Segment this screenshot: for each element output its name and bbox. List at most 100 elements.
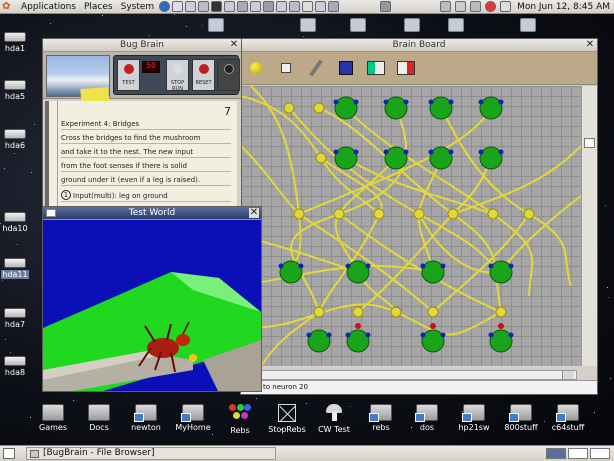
neuron-input[interactable] xyxy=(333,99,339,105)
junction-node[interactable] xyxy=(523,208,535,220)
select-tool-button[interactable] xyxy=(277,59,295,77)
neuron-input[interactable] xyxy=(365,332,371,338)
desktop-icon-800stuff[interactable]: 800stuff xyxy=(499,404,543,432)
neuron-input[interactable] xyxy=(428,99,434,105)
neuron[interactable] xyxy=(479,96,503,120)
launcher-icon[interactable] xyxy=(276,1,288,12)
menu-system[interactable]: System xyxy=(117,2,159,12)
neuron-output[interactable] xyxy=(355,323,361,329)
neuron-input[interactable] xyxy=(306,332,312,338)
neuron[interactable] xyxy=(334,146,358,170)
neuron-input[interactable] xyxy=(365,263,371,269)
neuron-tool-button[interactable] xyxy=(247,59,265,77)
neuron[interactable] xyxy=(489,260,513,284)
neuron[interactable] xyxy=(307,329,331,353)
desktop-icon-cw-test[interactable]: CW Test xyxy=(312,404,356,434)
launcher-icon[interactable] xyxy=(172,1,184,12)
neuron-input[interactable] xyxy=(278,263,284,269)
taskbar-button-file-browser[interactable]: [BugBrain - File Browser] xyxy=(26,447,276,460)
desktop-icon-newton[interactable]: newton xyxy=(124,404,168,432)
neuron-input[interactable] xyxy=(333,149,339,155)
synapse-wire[interactable] xyxy=(334,157,397,273)
neuron-input[interactable] xyxy=(420,263,426,269)
junction-node[interactable] xyxy=(315,152,327,164)
junction-node[interactable] xyxy=(413,208,425,220)
neuron-input[interactable] xyxy=(448,99,454,105)
display-icon[interactable] xyxy=(470,1,482,12)
show-desktop-button[interactable] xyxy=(3,448,15,459)
neuron-input[interactable] xyxy=(440,332,446,338)
reset-button[interactable]: RESET xyxy=(192,59,215,91)
junction-node[interactable] xyxy=(390,306,402,318)
launcher-icon[interactable] xyxy=(315,1,327,12)
junction-node[interactable] xyxy=(487,208,499,220)
synapse-wire[interactable] xyxy=(241,303,502,336)
brain-board-canvas[interactable] xyxy=(241,86,581,366)
neuron-input[interactable] xyxy=(353,99,359,105)
desktop-icon-stoprebs[interactable]: StopRebs xyxy=(265,404,309,434)
neuron-input[interactable] xyxy=(345,263,351,269)
workspace-3[interactable] xyxy=(590,448,610,459)
gnome-foot-icon[interactable]: ✿ xyxy=(2,1,14,12)
neuron[interactable] xyxy=(489,329,513,353)
neuron[interactable] xyxy=(346,329,370,353)
neuron-input[interactable] xyxy=(478,149,484,155)
neuron-input[interactable] xyxy=(403,99,409,105)
import-button[interactable] xyxy=(367,59,385,77)
desktop-icon-hda5[interactable]: hda5 xyxy=(0,80,30,101)
desktop-icon-c64stuff[interactable]: c64stuff xyxy=(546,404,590,432)
neuron-input[interactable] xyxy=(478,99,484,105)
workspace-switcher[interactable] xyxy=(546,448,610,459)
junction-node[interactable] xyxy=(293,208,305,220)
printer-icon[interactable] xyxy=(440,1,452,12)
neuron[interactable] xyxy=(421,329,445,353)
desktop-icon-hda11[interactable]: hda11 xyxy=(0,258,30,279)
neuron-input[interactable] xyxy=(345,332,351,338)
browser-launcher-icon[interactable] xyxy=(159,1,171,12)
junction-node[interactable] xyxy=(495,306,507,318)
junction-node[interactable] xyxy=(283,102,295,114)
launcher-icon[interactable] xyxy=(328,1,340,12)
neuron-input[interactable] xyxy=(508,263,514,269)
window-menu-icon[interactable] xyxy=(46,209,56,217)
neuron-input[interactable] xyxy=(498,99,504,105)
desktop-icon-hda10[interactable]: hda10 xyxy=(0,212,30,233)
synapse-wire[interactable] xyxy=(432,213,530,313)
launcher-icon[interactable] xyxy=(263,1,275,12)
neuron[interactable] xyxy=(421,260,445,284)
desktop-icon-games[interactable]: Games xyxy=(31,404,75,432)
synapse-wire[interactable] xyxy=(452,145,581,215)
launcher-icon[interactable] xyxy=(302,1,314,12)
wire-tool-button[interactable] xyxy=(307,59,325,77)
bug-brain-titlebar[interactable]: Bug Brain ✕ xyxy=(43,39,241,52)
junction-node[interactable] xyxy=(313,306,325,318)
power-button[interactable] xyxy=(217,59,240,91)
junction-node[interactable] xyxy=(427,306,439,318)
clock[interactable]: Mon Jun 12, 8:45 AM xyxy=(514,2,610,12)
close-icon[interactable]: ✕ xyxy=(229,40,239,50)
brain-board-titlebar[interactable]: Brain Board ✕ xyxy=(241,39,597,52)
launcher-icon[interactable] xyxy=(289,1,301,12)
launcher-icon[interactable] xyxy=(237,1,249,12)
desktop-icon-rebs-folder[interactable]: rebs xyxy=(359,404,403,432)
neural-network-diagram[interactable] xyxy=(241,86,581,366)
export-button[interactable] xyxy=(397,59,415,77)
launcher-icon[interactable] xyxy=(198,1,210,12)
stop-run-button[interactable]: STOP RUN xyxy=(166,59,189,92)
neuron-input[interactable] xyxy=(353,149,359,155)
save-button[interactable] xyxy=(337,59,355,77)
neuron-input[interactable] xyxy=(383,99,389,105)
synapse-wire[interactable] xyxy=(241,95,380,215)
3d-world-viewport[interactable] xyxy=(43,220,261,391)
neuron[interactable] xyxy=(346,260,370,284)
desktop-icon-hda1[interactable]: hda1 xyxy=(0,32,30,53)
synapse-wire[interactable] xyxy=(440,107,572,287)
neuron-input[interactable] xyxy=(448,149,454,155)
neuron-input[interactable] xyxy=(508,332,514,338)
desktop-icon-hda7[interactable]: hda7 xyxy=(0,308,30,329)
neuron-input[interactable] xyxy=(498,149,504,155)
test-world-titlebar[interactable]: Test World ✕ xyxy=(43,207,261,220)
workspace-1[interactable] xyxy=(546,448,566,459)
camera-launcher-icon[interactable] xyxy=(380,1,392,12)
junction-node[interactable] xyxy=(333,208,345,220)
